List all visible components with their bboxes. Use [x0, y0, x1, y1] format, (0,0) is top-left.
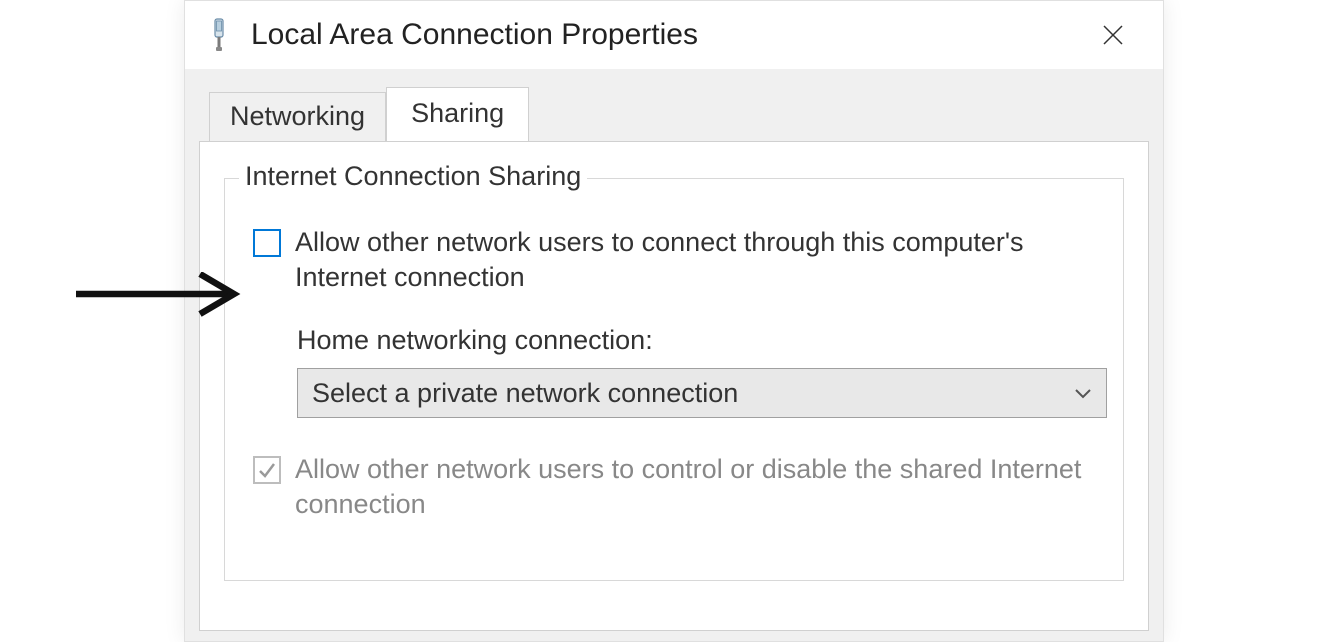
- close-icon: [1101, 23, 1125, 47]
- allow-control-row: Allow other network users to control or …: [253, 452, 1095, 522]
- allow-connect-row: Allow other network users to connect thr…: [253, 225, 1095, 295]
- groupbox-title: Internet Connection Sharing: [239, 161, 587, 192]
- tab-panel-sharing: Internet Connection Sharing Allow other …: [199, 141, 1149, 631]
- dropdown-value: Select a private network connection: [312, 378, 738, 409]
- chevron-down-icon: [1074, 382, 1092, 405]
- tab-label: Networking: [230, 101, 365, 131]
- titlebar: Local Area Connection Properties: [185, 1, 1163, 69]
- tab-sharing[interactable]: Sharing: [386, 87, 529, 141]
- close-button[interactable]: [1093, 15, 1133, 55]
- tab-label: Sharing: [411, 98, 504, 128]
- network-adapter-icon: [205, 16, 233, 54]
- content-area: Networking Sharing Internet Connection S…: [185, 69, 1163, 641]
- group-internet-connection-sharing: Internet Connection Sharing Allow other …: [224, 178, 1124, 581]
- properties-dialog: Local Area Connection Properties Network…: [184, 0, 1164, 642]
- allow-control-checkbox: [253, 456, 281, 484]
- allow-connect-checkbox[interactable]: [253, 229, 281, 257]
- allow-connect-label: Allow other network users to connect thr…: [295, 225, 1095, 295]
- tab-networking[interactable]: Networking: [209, 92, 386, 142]
- allow-control-label: Allow other network users to control or …: [295, 452, 1095, 522]
- home-networking-label: Home networking connection:: [297, 325, 1095, 356]
- checkmark-icon: [257, 460, 277, 480]
- tab-strip: Networking Sharing: [209, 87, 1149, 141]
- dialog-title: Local Area Connection Properties: [251, 18, 1093, 52]
- home-networking-dropdown[interactable]: Select a private network connection: [297, 368, 1107, 418]
